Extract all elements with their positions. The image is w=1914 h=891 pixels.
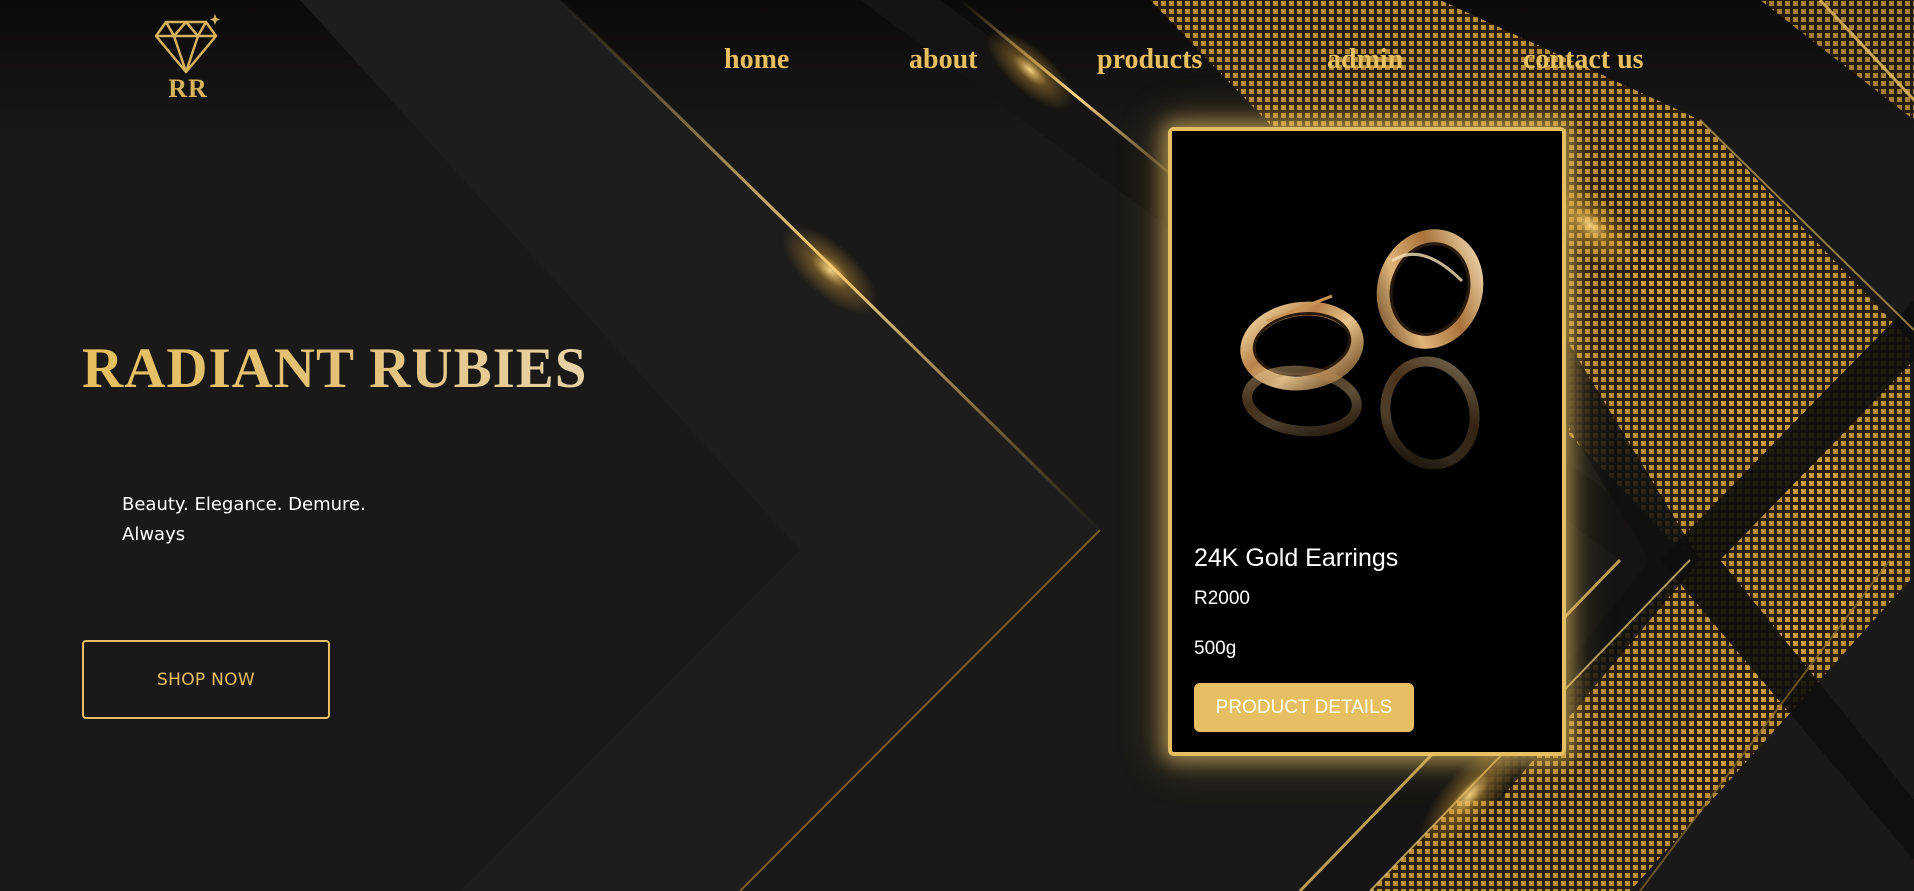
product-name: 24K Gold Earrings xyxy=(1194,544,1399,572)
product-card: 24K Gold Earrings R2000 500g PRODUCT DET… xyxy=(1168,127,1566,756)
product-image-earrings xyxy=(1172,131,1562,521)
product-weight: 500g xyxy=(1194,638,1237,659)
nav-link-about[interactable]: about xyxy=(909,44,977,76)
hero-title: RADIANT RUBIES xyxy=(82,337,588,400)
hero-tagline: Beauty. Elegance. Demure. Always xyxy=(122,494,366,545)
nav-link-products[interactable]: products xyxy=(1097,44,1202,76)
shop-now-button[interactable]: SHOP NOW xyxy=(82,640,330,719)
nav-link-contact-us[interactable]: contact us xyxy=(1523,44,1644,76)
diamond-icon xyxy=(154,14,220,74)
nav-link-home[interactable]: home xyxy=(724,44,789,76)
hero-background xyxy=(0,0,1914,891)
logo-text: RR xyxy=(168,74,208,103)
sparkle-icon xyxy=(210,14,220,25)
nav-link-admin[interactable]: admin xyxy=(1327,44,1403,76)
product-price: R2000 xyxy=(1194,588,1250,609)
logo[interactable]: RR xyxy=(154,14,222,104)
product-details-button[interactable]: PRODUCT DETAILS xyxy=(1194,683,1414,732)
